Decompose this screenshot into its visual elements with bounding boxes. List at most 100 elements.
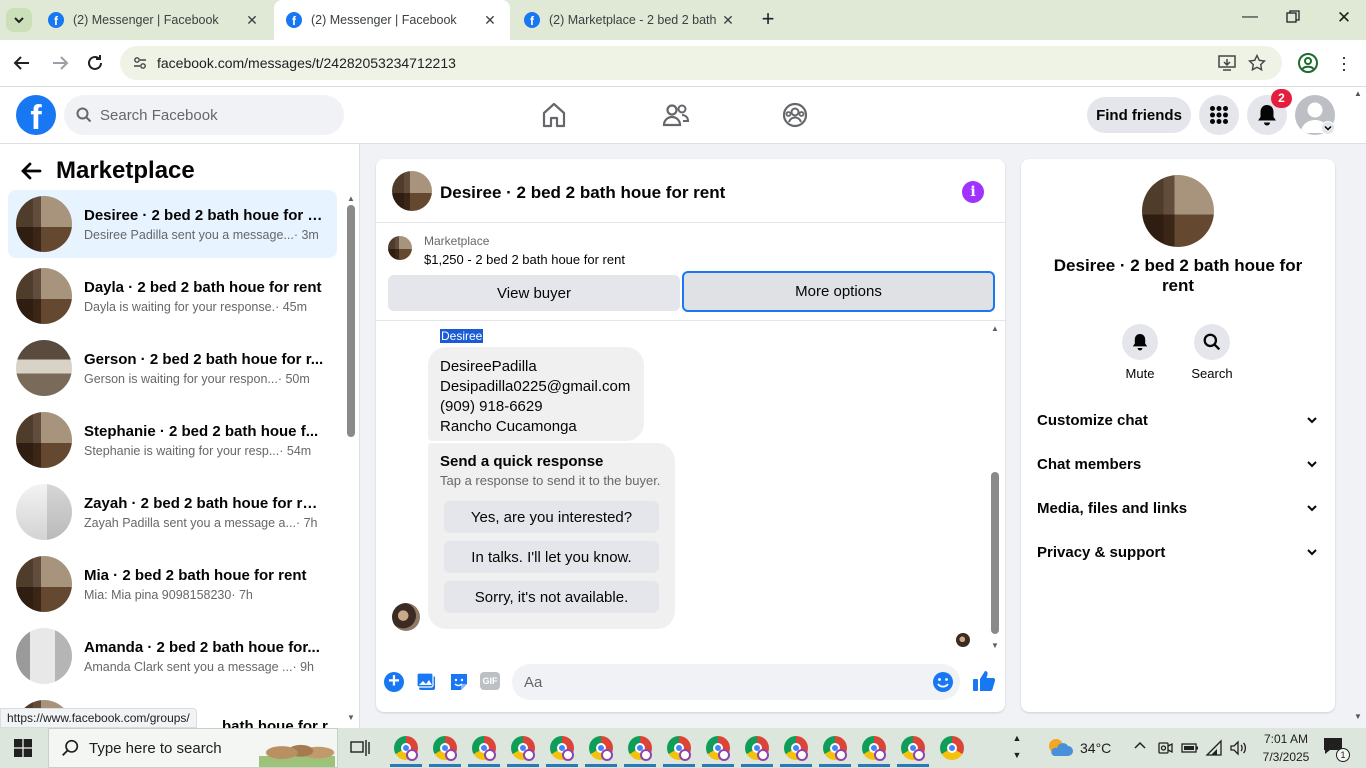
sticker-icon[interactable]: [448, 671, 470, 693]
chat-members-section[interactable]: Chat members: [1037, 442, 1319, 486]
nav-friends[interactable]: [662, 101, 694, 131]
page-scrollbar-up-arrow[interactable]: ▲: [1354, 89, 1364, 99]
back-to-chats-button[interactable]: [20, 160, 44, 184]
conversation-item[interactable]: Mia · 2 bed 2 bath houe for rent Mia: Mia…: [8, 550, 337, 618]
minimize-button[interactable]: —: [1238, 8, 1262, 32]
more-actions-button[interactable]: +: [384, 671, 404, 692]
chrome-window-icon[interactable]: [702, 736, 734, 767]
chrome-window-icon[interactable]: [663, 736, 695, 767]
conversation-item[interactable]: Gerson · 2 bed 2 bath houe for r... Gerso…: [8, 334, 337, 402]
speaker-icon[interactable]: [1229, 739, 1247, 757]
chat-title[interactable]: Desiree · 2 bed 2 bath houe for rent: [440, 183, 725, 203]
nav-groups[interactable]: [781, 101, 813, 131]
conversation-item[interactable]: Desiree · 2 bed 2 bath houe for r... Desi…: [8, 190, 337, 258]
scrollbar-thumb[interactable]: [347, 205, 355, 437]
chrome-window-icon[interactable]: [780, 736, 812, 767]
conversation-item[interactable]: Zayah · 2 bed 2 bath houe for rent Zayah …: [8, 478, 337, 546]
chrome-window-icon[interactable]: [546, 736, 578, 767]
site-settings-icon[interactable]: [132, 55, 148, 71]
chrome-window-icon[interactable]: [507, 736, 539, 767]
taskbar-search[interactable]: Type here to search: [48, 728, 338, 768]
start-button[interactable]: [14, 739, 34, 759]
chrome-menu-button[interactable]: · · ·: [1338, 48, 1350, 78]
weather-temperature: 34°C: [1080, 740, 1112, 756]
close-tab-icon[interactable]: ✕: [480, 12, 500, 29]
notification-center-button[interactable]: 1: [1322, 736, 1350, 762]
customize-chat-section[interactable]: Customize chat: [1037, 398, 1319, 442]
chrome-window-icon[interactable]: [858, 736, 890, 767]
nav-home[interactable]: [540, 101, 572, 131]
restore-button[interactable]: [1286, 10, 1306, 30]
conversation-item[interactable]: Stephanie · 2 bed 2 bath houe f... Stepha…: [8, 406, 337, 474]
camera-tray-icon[interactable]: [1157, 740, 1173, 756]
conversation-preview-text: Desiree Padilla sent you a message...: [84, 227, 294, 242]
close-tab-icon[interactable]: ✕: [718, 12, 738, 29]
forward-button[interactable]: [48, 51, 72, 75]
chat-info-button[interactable]: i: [962, 181, 984, 203]
chrome-window-icon[interactable]: [940, 736, 964, 760]
message-bubble[interactable]: DesireePadilla Desipadilla0225@gmail.com (…: [428, 347, 644, 441]
search-box[interactable]: Search Facebook: [64, 95, 344, 135]
search-conversation-button[interactable]: Search: [1189, 324, 1235, 381]
conversation-name: Desiree · 2 bed 2 bath houe for r...: [84, 206, 324, 224]
listing-thumbnail[interactable]: [388, 236, 412, 260]
chrome-window-icon[interactable]: [585, 736, 617, 767]
thumbs-up-icon[interactable]: [972, 669, 996, 693]
browser-tab-1[interactable]: f (2) Messenger | Facebook ✕: [36, 0, 272, 40]
quick-response-yes-button[interactable]: Yes, are you interested?: [444, 501, 659, 533]
chrome-window-icon[interactable]: [429, 736, 461, 767]
back-button[interactable]: [10, 51, 34, 75]
new-tab-button[interactable]: +: [756, 8, 780, 32]
browser-tab-3[interactable]: f (2) Marketplace - 2 bed 2 bath h ✕: [512, 0, 748, 40]
install-app-icon[interactable]: [1218, 54, 1236, 72]
account-chevron-icon[interactable]: [1321, 121, 1335, 135]
address-bar[interactable]: facebook.com/messages/t/2428205323471221…: [120, 46, 1282, 80]
profile-button[interactable]: [1297, 52, 1319, 74]
listing-detail[interactable]: $1,250 - 2 bed 2 bath houe for rent: [424, 252, 625, 267]
chrome-window-icon[interactable]: [741, 736, 773, 767]
chat-listing-avatar[interactable]: [392, 171, 432, 211]
tab-search-button[interactable]: [6, 8, 32, 32]
emoji-icon[interactable]: [932, 671, 954, 693]
find-friends-button[interactable]: Find friends: [1087, 97, 1191, 133]
chrome-window-icon[interactable]: [468, 736, 500, 767]
browser-tab-2[interactable]: f (2) Messenger | Facebook ✕: [274, 0, 510, 40]
view-buyer-button[interactable]: View buyer: [388, 275, 680, 311]
chrome-window-icon[interactable]: [390, 736, 422, 767]
close-tab-icon[interactable]: ✕: [242, 12, 262, 29]
chrome-window-icon[interactable]: [897, 736, 929, 767]
quick-response-in-talks-button[interactable]: In talks. I'll let you know.: [444, 541, 659, 573]
conversation-item[interactable]: Dayla · 2 bed 2 bath houe for rent Dayla …: [8, 262, 337, 330]
media-files-links-section[interactable]: Media, files and links: [1037, 486, 1319, 530]
more-options-button[interactable]: More options: [682, 271, 995, 312]
quick-response-not-available-button[interactable]: Sorry, it's not available.: [444, 581, 659, 613]
tray-overflow-button[interactable]: [1133, 739, 1147, 755]
facebook-logo[interactable]: f: [16, 95, 56, 135]
battery-icon[interactable]: [1181, 740, 1199, 756]
listing-thumbnail: [16, 412, 72, 468]
wifi-icon[interactable]: [1205, 739, 1223, 757]
reload-button[interactable]: [83, 51, 107, 75]
clock-time: 7:01 AM: [1263, 732, 1309, 746]
message-input[interactable]: Aa: [512, 664, 960, 700]
sender-avatar[interactable]: [392, 603, 420, 631]
page-scrollbar-down-arrow[interactable]: ▼: [1354, 712, 1364, 722]
chrome-window-icon[interactable]: [624, 736, 656, 767]
bookmark-star-icon[interactable]: [1248, 54, 1266, 72]
mute-button[interactable]: Mute: [1120, 324, 1160, 381]
chrome-window-icon[interactable]: [819, 736, 851, 767]
close-window-button[interactable]: ✕: [1334, 8, 1354, 32]
sidebar-scrollbar[interactable]: ▲ ▼: [346, 194, 356, 724]
task-view-button[interactable]: [350, 738, 370, 758]
clock[interactable]: 7:01 AM 7/3/2025: [1256, 730, 1316, 766]
attach-photo-icon[interactable]: [416, 671, 438, 693]
menu-button[interactable]: [1199, 95, 1239, 135]
chat-scrollbar[interactable]: ▲ ▼: [989, 324, 1001, 650]
weather-widget[interactable]: 34°C: [1046, 736, 1111, 760]
taskbar-scroll-arrows[interactable]: ▲ ▼: [1011, 730, 1023, 764]
conversation-item[interactable]: Amanda · 2 bed 2 bath houe for... Amanda …: [8, 622, 337, 690]
gif-button[interactable]: GIF: [480, 672, 500, 690]
info-listing-avatar[interactable]: [1142, 175, 1214, 247]
privacy-support-section[interactable]: Privacy & support: [1037, 530, 1319, 574]
scrollbar-thumb[interactable]: [991, 472, 999, 634]
